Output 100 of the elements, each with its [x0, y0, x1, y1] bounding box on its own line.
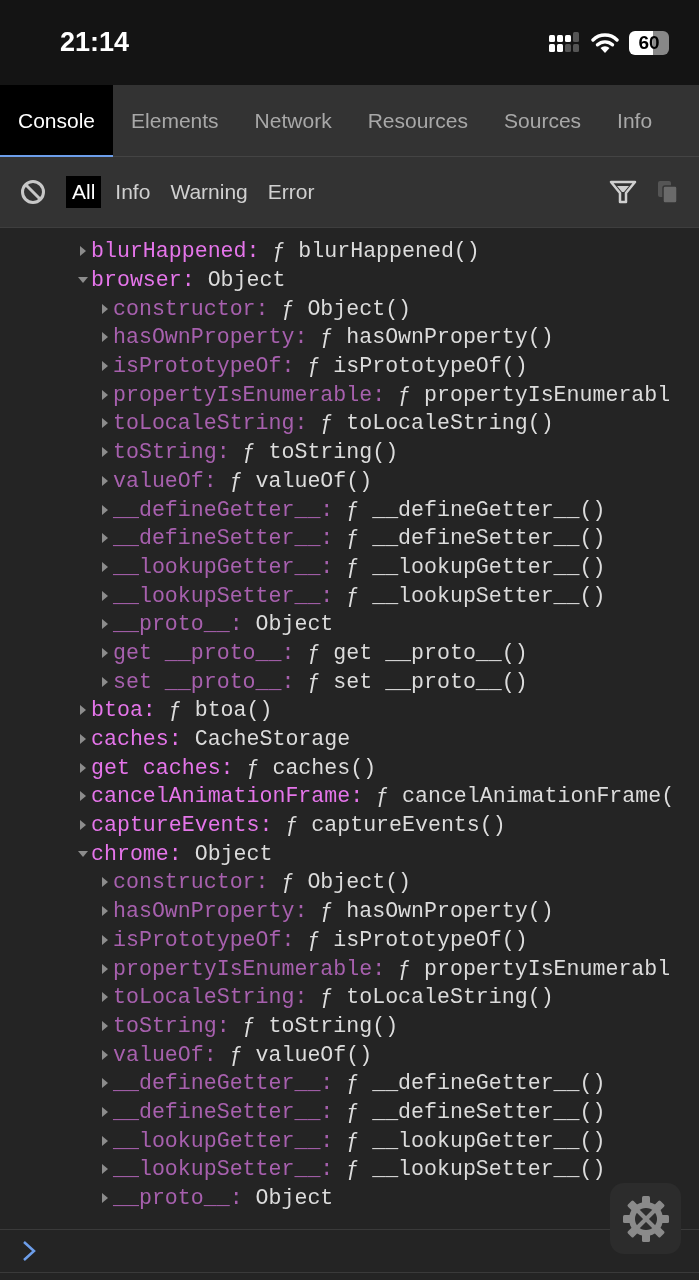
disclosure-triangle-icon[interactable]: [78, 762, 88, 773]
property-name: constructor:: [113, 870, 269, 895]
property-name: get caches:: [91, 755, 234, 780]
property-value: ƒ valueOf(): [229, 468, 373, 493]
disclosure-triangle-icon[interactable]: [100, 447, 110, 458]
property-name: hasOwnProperty:: [113, 899, 308, 924]
property-name: __proto__:: [113, 1186, 243, 1211]
property-value: ƒ caches(): [246, 755, 377, 780]
disclosure-triangle-icon[interactable]: [100, 389, 110, 400]
disclosure-triangle-icon[interactable]: [100, 332, 110, 343]
disclosure-triangle-icon[interactable]: [100, 1164, 110, 1175]
property-name: toLocaleString:: [113, 985, 308, 1010]
property-value: ƒ propertyIsEnumerabl: [398, 956, 671, 981]
disclosure-triangle-icon[interactable]: [100, 590, 110, 601]
filter-button[interactable]: Error: [261, 176, 321, 208]
disclosure-triangle-icon[interactable]: [100, 303, 110, 314]
disclosure-triangle-icon[interactable]: [100, 504, 110, 515]
property-value: ƒ hasOwnProperty(): [320, 325, 554, 350]
settings-icon: [620, 1193, 671, 1244]
property-value: ƒ toString(): [242, 1013, 399, 1038]
disclosure-triangle-icon[interactable]: [78, 848, 88, 859]
disclosure-triangle-icon[interactable]: [100, 475, 110, 486]
property-name: caches:: [91, 727, 182, 752]
property-name: get __proto__:: [113, 640, 295, 665]
property-name: set __proto__:: [113, 669, 295, 694]
property-value: ƒ valueOf(): [229, 1042, 373, 1067]
tab[interactable]: Console: [0, 85, 114, 157]
property-name: toLocaleString:: [113, 411, 308, 436]
property-value: ƒ toString(): [242, 440, 399, 465]
property-value: ƒ __defineSetter__(): [346, 1099, 606, 1124]
property-name: toString:: [113, 440, 230, 465]
property-name: valueOf:: [113, 468, 217, 493]
property-name: constructor:: [113, 296, 269, 321]
tab[interactable]: Sources: [486, 85, 600, 157]
property-name: __defineGetter__:: [113, 1071, 334, 1096]
disclosure-triangle-icon[interactable]: [100, 1135, 110, 1146]
disclosure-triangle-icon[interactable]: [100, 992, 110, 1003]
disclosure-triangle-icon[interactable]: [100, 361, 110, 372]
property-name: captureEvents:: [91, 813, 273, 838]
disclosure-triangle-icon[interactable]: [100, 1106, 110, 1117]
property-value: ƒ captureEvents(): [285, 813, 506, 838]
property-value: Object: [207, 268, 286, 293]
property-value: Object: [255, 1186, 334, 1211]
disclosure-triangle-icon[interactable]: [100, 619, 110, 630]
property-name: blurHappened:: [91, 239, 260, 264]
wifi-icon: [591, 31, 619, 54]
filter-button[interactable]: Info: [109, 176, 157, 208]
tab[interactable]: Network: [236, 85, 350, 157]
disclosure-triangle-icon[interactable]: [100, 676, 110, 687]
property-value: CacheStorage: [194, 727, 351, 752]
property-value: Object: [255, 612, 334, 637]
disclosure-triangle-icon[interactable]: [100, 906, 110, 917]
property-value: ƒ __lookupSetter__(): [346, 583, 606, 608]
property-name: isPrototypeOf:: [113, 354, 295, 379]
property-value: ƒ toLocaleString(): [320, 985, 554, 1010]
disclosure-triangle-icon[interactable]: [100, 1020, 110, 1031]
clear-icon[interactable]: [20, 179, 46, 205]
disclosure-triangle-icon[interactable]: [100, 418, 110, 429]
disclosure-triangle-icon[interactable]: [100, 1078, 110, 1089]
disclosure-triangle-icon[interactable]: [100, 647, 110, 658]
property-value: ƒ toLocaleString(): [320, 411, 554, 436]
prompt-chevron-icon: [22, 1240, 36, 1262]
property-value: ƒ get __proto__(): [307, 640, 528, 665]
disclosure-triangle-icon[interactable]: [100, 934, 110, 945]
property-value: ƒ __lookupGetter__(): [346, 1128, 606, 1153]
disclosure-triangle-icon[interactable]: [100, 877, 110, 888]
tab[interactable]: Resources: [349, 85, 487, 157]
filter-icon[interactable]: [609, 180, 637, 204]
filter-button[interactable]: All: [66, 176, 102, 208]
tab[interactable]: Elements: [113, 85, 237, 157]
tab[interactable]: Info: [599, 85, 671, 157]
property-name: chrome:: [91, 841, 182, 866]
property-name: toString:: [113, 1013, 230, 1038]
disclosure-triangle-icon[interactable]: [100, 1193, 110, 1204]
property-value: ƒ isPrototypeOf(): [307, 927, 528, 952]
property-name: isPrototypeOf:: [113, 927, 295, 952]
disclosure-triangle-icon[interactable]: [100, 1049, 110, 1060]
disclosure-triangle-icon[interactable]: [78, 246, 88, 257]
disclosure-triangle-icon[interactable]: [78, 791, 88, 802]
disclosure-triangle-icon[interactable]: [78, 705, 88, 716]
property-name: __proto__:: [113, 612, 243, 637]
property-value: ƒ __defineSetter__(): [346, 526, 606, 551]
disclosure-triangle-icon[interactable]: [78, 734, 88, 745]
property-name: browser:: [91, 268, 195, 293]
disclosure-triangle-icon[interactable]: [100, 533, 110, 544]
disclosure-triangle-icon[interactable]: [100, 963, 110, 974]
settings-button[interactable]: [610, 1183, 681, 1254]
property-value: ƒ cancelAnimationFrame(: [376, 784, 675, 809]
filter-button[interactable]: Warning: [164, 176, 254, 208]
property-name: __lookupGetter__:: [113, 1128, 334, 1153]
property-name: btoa:: [91, 698, 156, 723]
property-value: ƒ isPrototypeOf(): [307, 354, 528, 379]
property-value: ƒ btoa(): [168, 698, 273, 723]
property-name: __defineSetter__:: [113, 526, 334, 551]
disclosure-triangle-icon[interactable]: [78, 820, 88, 831]
battery-icon: 60: [629, 30, 669, 55]
property-name: propertyIsEnumerable:: [113, 382, 386, 407]
property-name: cancelAnimationFrame:: [91, 784, 364, 809]
property-name: __defineGetter__:: [113, 497, 334, 522]
disclosure-triangle-icon[interactable]: [100, 561, 110, 572]
